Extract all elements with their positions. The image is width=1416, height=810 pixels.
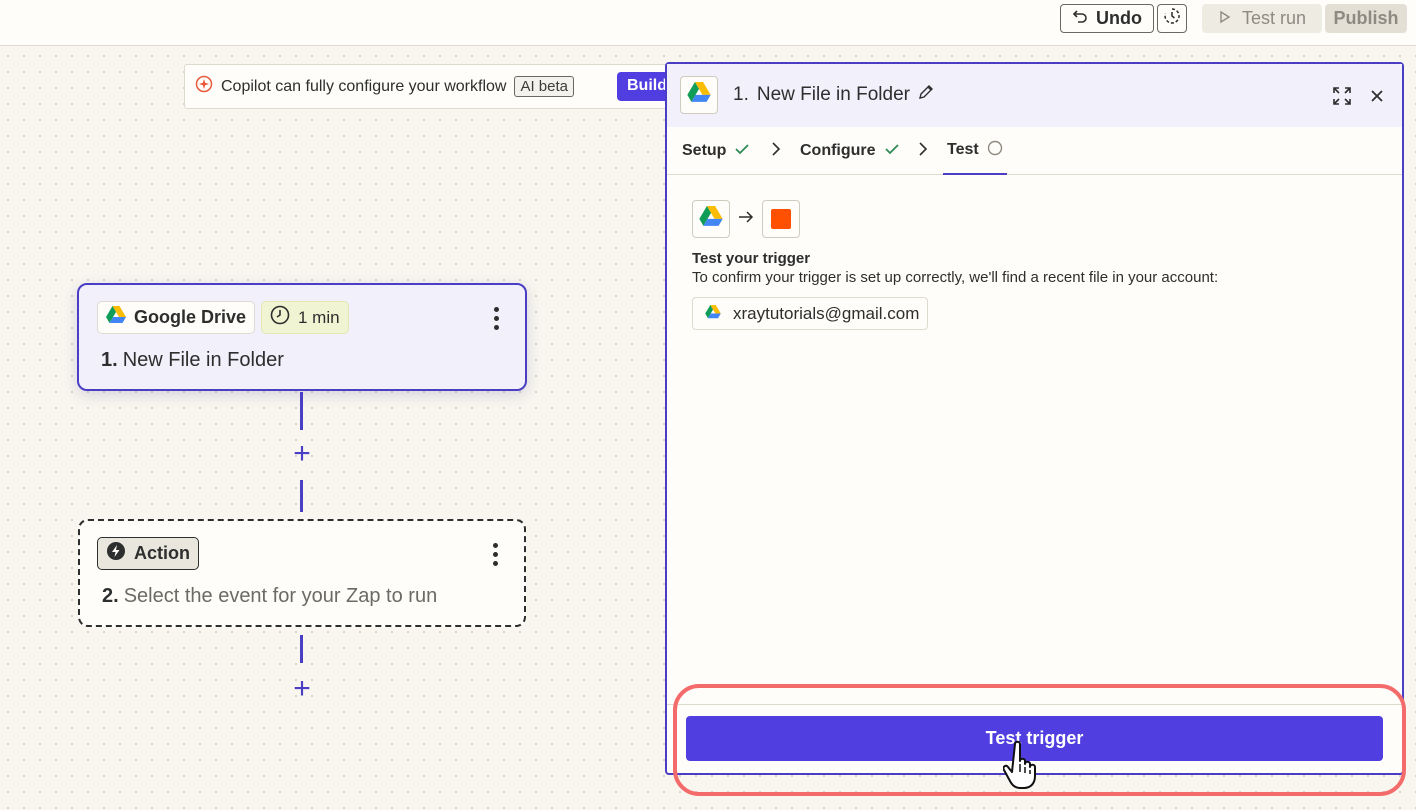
hand-pointer-icon — [1002, 740, 1041, 795]
action-badge-label: Action — [134, 543, 190, 563]
panel-step-name: New File in Folder — [756, 84, 910, 105]
connector-line — [300, 635, 303, 663]
polling-time-badge: 1 min — [261, 301, 349, 334]
undo-icon — [1072, 8, 1088, 29]
panel-footer-divider — [667, 704, 1402, 705]
connector-line — [300, 392, 303, 430]
top-bar: Undo Test run Publish — [0, 0, 1416, 46]
google-drive-icon — [705, 304, 721, 324]
tab-label: Test — [947, 141, 979, 158]
tab-label: Configure — [800, 142, 876, 159]
undo-label: Undo — [1096, 8, 1142, 28]
publish-button[interactable]: Publish — [1325, 4, 1407, 33]
action-step-card[interactable]: Action 2. Select the event for your Zap t… — [78, 519, 526, 627]
undo-button[interactable]: Undo — [1060, 4, 1154, 33]
tab-test[interactable]: Test — [943, 127, 1007, 175]
trigger-app-icon — [692, 200, 730, 238]
step-detail-panel: 1. New File in Folder Setup Configure Te… — [665, 62, 1404, 775]
chevron-right-icon — [918, 141, 928, 162]
connector-line — [300, 480, 303, 512]
zapier-app-icon — [762, 200, 800, 238]
copilot-text: Copilot can fully configure your workflo… — [221, 77, 507, 95]
step-title: 2. Select the event for your Zap to run — [102, 585, 437, 608]
step-placeholder: Select the event for your Zap to run — [123, 585, 438, 607]
test-description: To confirm your trigger is set up correc… — [692, 269, 1219, 286]
app-icon-box — [680, 76, 718, 114]
account-email: xraytutorials@gmail.com — [733, 303, 920, 323]
bolt-icon — [106, 541, 126, 566]
app-pill: Google Drive — [97, 301, 256, 334]
account-chip: xraytutorials@gmail.com — [692, 297, 929, 330]
time-label: 1 min — [298, 307, 340, 327]
expand-icon[interactable] — [1329, 83, 1355, 109]
test-run-label: Test run — [1241, 8, 1307, 28]
history-icon — [1163, 7, 1181, 30]
panel-title: 1. New File in Folder — [733, 84, 934, 106]
kebab-menu-icon[interactable] — [483, 539, 507, 569]
plus-icon[interactable]: + — [290, 674, 314, 704]
tab-setup[interactable]: Setup — [682, 127, 750, 175]
publish-label: Publish — [1333, 8, 1399, 28]
step-number: 1. — [101, 349, 118, 371]
tab-configure[interactable]: Configure — [800, 127, 900, 175]
ai-beta-badge: AI beta — [514, 76, 575, 97]
plus-icon[interactable]: + — [290, 439, 314, 469]
step-tabs: Setup Configure Test — [667, 127, 1402, 175]
app-flow — [692, 200, 800, 238]
copilot-icon — [195, 75, 213, 98]
google-drive-icon — [687, 82, 711, 108]
app-name: Google Drive — [134, 307, 247, 327]
step-number: 2. — [102, 585, 119, 607]
step-title: 1. New File in Folder — [101, 349, 284, 372]
close-icon[interactable] — [1364, 83, 1390, 109]
chevron-right-icon — [771, 141, 781, 162]
check-icon — [734, 142, 750, 161]
google-drive-icon — [106, 306, 126, 329]
test-heading: Test your trigger — [692, 250, 811, 267]
step-name: New File in Folder — [122, 349, 284, 371]
copilot-banner: Copilot can fully configure your workflo… — [184, 64, 684, 109]
panel-step-number: 1. — [733, 84, 749, 105]
google-drive-icon — [699, 206, 723, 232]
test-run-button[interactable]: Test run — [1202, 4, 1322, 33]
trigger-step-card[interactable]: Google Drive 1 min 1. New File in Folder — [77, 283, 527, 391]
clock-icon — [270, 305, 290, 330]
pending-circle-icon — [987, 140, 1003, 161]
action-badge: Action — [97, 537, 199, 570]
panel-header: 1. New File in Folder — [667, 64, 1402, 127]
history-button[interactable] — [1157, 4, 1187, 33]
check-icon — [884, 142, 900, 161]
play-icon — [1218, 8, 1232, 29]
pencil-icon[interactable] — [918, 84, 934, 106]
tab-label: Setup — [682, 142, 727, 159]
kebab-menu-icon[interactable] — [484, 303, 508, 333]
arrow-right-icon — [738, 210, 754, 229]
